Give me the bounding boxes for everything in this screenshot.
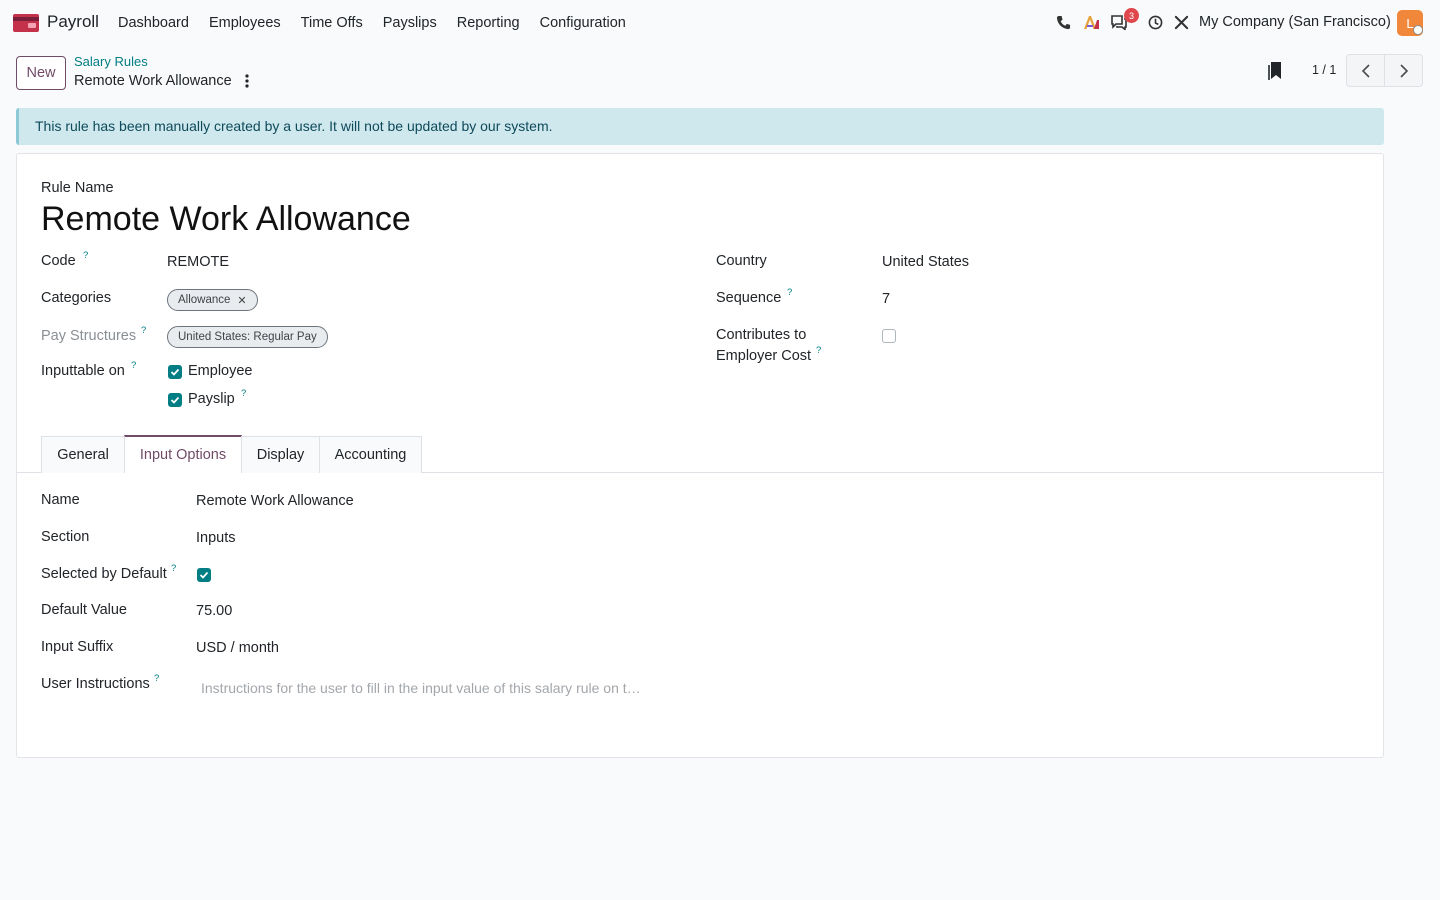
input-suffix-label: Input Suffix — [41, 639, 114, 655]
presence-status-icon — [1413, 25, 1423, 35]
pager-previous-button[interactable] — [1346, 54, 1385, 87]
selected-by-default-help-icon[interactable]: ? — [171, 563, 176, 574]
input-name-field[interactable]: Remote Work Allowance — [196, 493, 354, 509]
tab-input-options[interactable]: Input Options — [124, 435, 242, 473]
checkmark-icon — [199, 571, 209, 579]
menu-reporting[interactable]: Reporting — [447, 15, 530, 31]
checkmark-icon — [170, 396, 180, 404]
tab-general[interactable]: General — [41, 436, 125, 473]
inputtable-on-label: Inputtable on — [41, 363, 125, 379]
user-instructions-label: User Instructions — [41, 676, 150, 692]
section-field[interactable]: Inputs — [196, 530, 236, 546]
input-name-label: Name — [41, 492, 80, 508]
selected-by-default-label: Selected by Default — [41, 566, 167, 582]
payroll-app-icon[interactable] — [13, 14, 39, 32]
phone-icon[interactable] — [1054, 13, 1072, 31]
default-value-label: Default Value — [41, 602, 127, 618]
pay-structure-tag: United States: Regular Pay — [167, 326, 328, 348]
menu-dashboard[interactable]: Dashboard — [108, 15, 199, 31]
bookmark-icon[interactable] — [1268, 61, 1284, 81]
menu-configuration[interactable]: Configuration — [530, 15, 636, 31]
pay-structures-label: Pay Structures — [41, 328, 137, 344]
pay-structure-tag-label: United States: Regular Pay — [178, 331, 317, 343]
new-button[interactable]: New — [16, 56, 66, 90]
payslip-checkbox[interactable] — [168, 393, 182, 407]
employee-checkbox-label[interactable]: Employee — [188, 363, 252, 379]
tab-display[interactable]: Display — [241, 436, 320, 473]
code-label: Code — [41, 253, 76, 269]
contributes-help-icon[interactable]: ? — [816, 345, 821, 356]
ai-assistant-icon[interactable] — [1082, 13, 1100, 31]
main-menu: Dashboard Employees Time Offs Payslips R… — [108, 0, 636, 46]
user-instructions-help-icon[interactable]: ? — [154, 673, 159, 684]
menu-time-offs[interactable]: Time Offs — [291, 15, 373, 31]
more-actions-icon[interactable] — [240, 72, 254, 90]
rule-name-field[interactable]: Remote Work Allowance — [41, 200, 411, 239]
app-name[interactable]: Payroll — [47, 12, 99, 32]
sequence-label: Sequence — [716, 290, 782, 306]
breadcrumb-current: Remote Work Allowance — [74, 73, 232, 89]
user-instructions-field[interactable]: Instructions for the user to fill in the… — [201, 680, 641, 696]
categories-label: Categories — [41, 290, 112, 306]
pager-next-button[interactable] — [1384, 54, 1423, 87]
code-field[interactable]: REMOTE — [167, 254, 229, 270]
remove-tag-icon[interactable]: ✕ — [237, 294, 246, 307]
section-label: Section — [41, 529, 90, 545]
inputtable-on-help-icon[interactable]: ? — [131, 360, 136, 371]
menu-employees[interactable]: Employees — [199, 15, 291, 31]
pay-structures-help-icon[interactable]: ? — [141, 325, 146, 336]
tools-icon[interactable] — [1172, 13, 1190, 31]
tab-accounting[interactable]: Accounting — [319, 436, 422, 473]
employer-cost-checkbox[interactable] — [882, 329, 896, 343]
chevron-right-icon — [1399, 63, 1408, 78]
top-navbar: Payroll Dashboard Employees Time Offs Pa… — [0, 0, 1440, 46]
form-sheet: Rule Name Remote Work Allowance Code ? R… — [16, 153, 1384, 758]
clock-icon[interactable] — [1146, 13, 1164, 31]
menu-payslips[interactable]: Payslips — [373, 15, 447, 31]
breadcrumb-salary-rules[interactable]: Salary Rules — [74, 54, 148, 69]
employee-checkbox[interactable] — [168, 365, 182, 379]
rule-name-label: Rule Name — [41, 180, 114, 196]
payslip-checkbox-label[interactable]: Payslip — [188, 391, 235, 407]
contributes-label-line-1: Contributes to — [716, 327, 807, 343]
category-tag: Allowance ✕ — [167, 289, 258, 311]
selected-by-default-checkbox[interactable] — [197, 568, 211, 582]
checkmark-icon — [170, 368, 180, 376]
country-label: Country — [716, 253, 767, 269]
payslip-help-icon[interactable]: ? — [241, 388, 246, 399]
sequence-help-icon[interactable]: ? — [787, 287, 792, 298]
default-value-field[interactable]: 75.00 — [196, 603, 232, 619]
company-switcher[interactable]: My Company (San Francisco) — [1199, 14, 1391, 30]
contributes-label-line-2: Employer Cost — [716, 348, 812, 364]
country-field[interactable]: United States — [882, 254, 969, 270]
sequence-field[interactable]: 7 — [882, 291, 890, 307]
info-alert: This rule has been manually created by a… — [16, 108, 1384, 145]
code-help-icon[interactable]: ? — [83, 250, 88, 261]
chevron-left-icon — [1361, 63, 1370, 78]
messages-badge: 3 — [1124, 8, 1139, 23]
input-suffix-field[interactable]: USD / month — [196, 640, 279, 656]
pager-value[interactable]: 1 / 1 — [1312, 63, 1336, 77]
category-tag-label: Allowance — [178, 294, 231, 306]
